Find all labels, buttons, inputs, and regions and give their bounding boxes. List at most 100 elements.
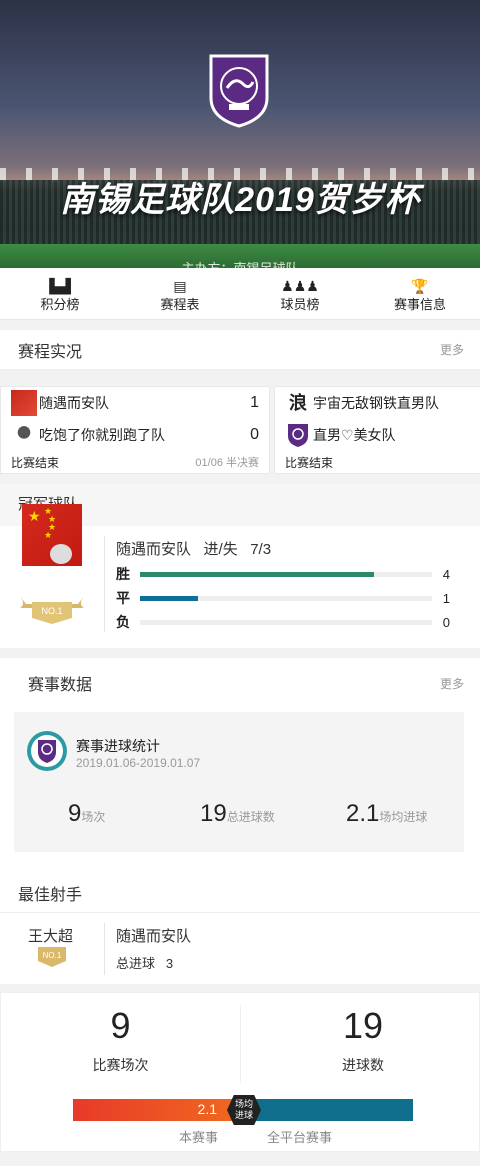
- team-score: 0: [250, 426, 259, 443]
- summary-value: 9: [110, 1005, 131, 1046]
- nav-label: 赛程表: [160, 297, 200, 312]
- team-row: 随遇而安队 1: [1, 387, 269, 419]
- medal-icon: NO.1: [38, 947, 66, 967]
- team-name: 随遇而安队: [39, 395, 109, 411]
- win-count: 4: [442, 566, 450, 582]
- this-event-bar: [73, 1099, 243, 1121]
- goals-label: 进/失: [203, 541, 238, 558]
- section-title: 赛事数据: [28, 677, 93, 694]
- trophy-icon: 🏆: [411, 278, 429, 294]
- champion-team: 随遇而安队 进/失 7/3: [116, 538, 271, 559]
- stat-value: 19: [200, 800, 227, 827]
- event-host: 主办方：南锡足球队: [0, 258, 480, 268]
- summary-card: 9 比赛场次 19 进球数 2.1 场均 进球 本赛事 全平台赛事: [0, 992, 480, 1152]
- team-logo: ★ ★ ★ ★ ★: [22, 504, 82, 566]
- event-title: 南锡足球队2019贺岁杯: [60, 181, 420, 219]
- nav-standings[interactable]: ▙▟ 积分榜: [0, 268, 120, 319]
- event-banner: 南锡足球队2019贺岁杯 主办方：南锡足球队: [0, 0, 480, 268]
- win-label: 胜: [116, 566, 130, 582]
- main-nav: ▙▟ 积分榜 ▤ 赛程表 ♟♟♟ 球员榜 🏆 赛事信息: [0, 268, 480, 320]
- stat-value: 9: [68, 800, 82, 827]
- this-event-label: 本赛事: [179, 1130, 219, 1145]
- team-shield-icon: [288, 424, 308, 447]
- match-card[interactable]: 浪 宇宙无敌钢铁直男队 直男♡美女队 比赛结束: [274, 386, 480, 474]
- team-row: 浪 宇宙无敌钢铁直男队: [275, 387, 480, 419]
- team-row: 直男♡美女队: [275, 419, 480, 451]
- draw-fill: [140, 595, 199, 601]
- loss-label: 负: [116, 614, 130, 630]
- team-shield-icon: [27, 731, 67, 771]
- best-shooter-card[interactable]: 王大超 NO.1 随遇而安队 总进球 3: [0, 912, 480, 984]
- nav-schedule[interactable]: ▤ 赛程表: [120, 268, 240, 319]
- stat-value: 2.1: [346, 800, 380, 827]
- nav-players[interactable]: ♟♟♟ 球员榜: [240, 268, 360, 319]
- team-name: 随遇而安队: [116, 928, 192, 945]
- match-status: 比赛结束: [285, 456, 334, 470]
- player-name: 王大超: [28, 928, 74, 945]
- loss-track: [140, 619, 432, 625]
- summary-goals: 19 进球数: [243, 1005, 480, 1075]
- loss-count: 0: [442, 614, 450, 630]
- section-title: 赛程实况: [18, 343, 83, 361]
- stat-unit: 总进球数: [226, 810, 275, 824]
- team-row: 吃饱了你就别跑了队 0: [1, 419, 269, 451]
- nav-label: 赛事信息: [393, 297, 446, 312]
- medal-icon: NO.1: [20, 596, 84, 624]
- team-name: 随遇而安队: [116, 541, 192, 558]
- more-link[interactable]: 更多: [440, 341, 464, 358]
- divider: [104, 923, 105, 975]
- platform-label: 全平台赛事: [267, 1130, 333, 1145]
- platform-bar: [243, 1099, 413, 1121]
- badge-line: 场均: [234, 1099, 253, 1109]
- draw-count: 1: [442, 590, 450, 606]
- nav-info[interactable]: 🏆 赛事信息: [360, 268, 480, 319]
- avg-compare-bar: 2.1 场均 进球: [73, 1095, 413, 1125]
- team-name: 直男♡美女队: [313, 427, 396, 443]
- draw-track: [140, 595, 432, 601]
- stat-unit: 场次: [81, 810, 106, 824]
- this-event-avg: 2.1: [197, 1101, 217, 1117]
- svg-text:NO.1: NO.1: [41, 606, 62, 616]
- nav-label: 球员榜: [280, 297, 320, 312]
- champion-card[interactable]: ★ ★ ★ ★ ★ NO.1 随遇而安队 进/失 7/3 胜 4 平 1 负 0: [0, 504, 480, 648]
- win-track: [140, 571, 432, 577]
- team-logo: 浪: [289, 393, 307, 413]
- nav-label: 积分榜: [40, 297, 80, 312]
- goals-label: 总进球: [116, 956, 156, 971]
- match-footer: 比赛结束 01/06 半决赛: [11, 454, 259, 471]
- stat-avg: 2.1场均进球: [346, 800, 427, 828]
- goal-stats-card[interactable]: 赛事进球统计 2019.01.06-2019.01.07 9场次 19总进球数 …: [14, 712, 464, 852]
- summary-value: 19: [342, 1005, 384, 1046]
- best-shooter-header: 最佳射手: [0, 864, 480, 912]
- match-card[interactable]: 随遇而安队 1 吃饱了你就别跑了队 0 比赛结束 01/06 半决赛: [0, 386, 270, 474]
- players-icon: ♟♟♟: [281, 278, 319, 294]
- team-shield-icon: [209, 54, 269, 128]
- team-logo: [11, 422, 37, 448]
- rank-icon: ▙▟: [49, 278, 71, 294]
- summary-matches: 9 比赛场次: [1, 1005, 241, 1083]
- avg-goals-badge: 场均 进球: [227, 1095, 261, 1125]
- loss-row: 负 0: [116, 612, 456, 632]
- win-row: 胜 4: [116, 564, 456, 584]
- summary-label: 进球数: [342, 1057, 384, 1073]
- divider: [104, 536, 105, 632]
- match-carousel[interactable]: 随遇而安队 1 吃饱了你就别跑了队 0 比赛结束 01/06 半决赛 浪 宇宙无…: [0, 378, 480, 478]
- draw-label: 平: [116, 590, 130, 606]
- more-link[interactable]: 更多: [440, 675, 464, 692]
- stat-unit: 场均进球: [379, 810, 428, 824]
- team-logo: [11, 390, 37, 416]
- schedule-header: 赛程实况 更多: [0, 330, 480, 370]
- win-fill: [140, 571, 374, 577]
- draw-row: 平 1: [116, 588, 456, 608]
- goals-value: 7/3: [250, 541, 272, 558]
- svg-text:NO.1: NO.1: [43, 951, 62, 960]
- calendar-icon: ▤: [173, 278, 187, 294]
- stat-goals: 19总进球数: [200, 800, 275, 828]
- match-date: 01/06 半决赛: [195, 457, 259, 469]
- stats-section: 赛事数据 更多 赛事进球统计 2019.01.06-2019.01.07 9场次…: [0, 658, 480, 864]
- stats-title: 赛事进球统计: [76, 738, 160, 754]
- team-name: 宇宙无敌钢铁直男队: [313, 395, 439, 411]
- match-footer: 比赛结束: [285, 454, 480, 471]
- player-goals: 总进球 3: [116, 953, 173, 972]
- summary-label: 比赛场次: [92, 1057, 149, 1073]
